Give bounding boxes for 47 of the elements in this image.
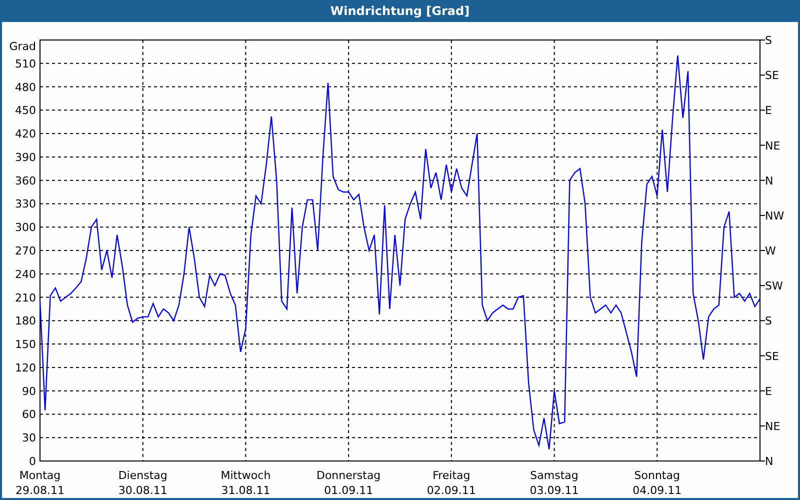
y-tick-label: 510 [15,57,36,70]
y-tick-label: 390 [15,150,36,164]
compass-label: NE [765,139,780,152]
compass-label: SE [765,69,779,82]
y-axis-title: Grad [9,40,36,53]
date-label: 31.08.11 [221,484,270,497]
y-tick-label: 120 [15,361,36,374]
weekday-label: Sonntag [634,469,680,482]
y-tick-label: 420 [15,128,36,141]
compass-label: N [765,174,774,188]
y-tick-label: 330 [15,198,36,211]
compass-label: SW [765,280,783,293]
weekday-label: Samstag [530,469,578,482]
y-tick-label: 480 [15,80,36,94]
y-tick-label: 30 [22,432,36,445]
weekday-label: Donnerstag [316,469,381,482]
compass-label: N [765,455,774,468]
date-label: 04.09.11 [632,484,682,497]
compass-label: S [765,314,772,328]
weekday-label: Mittwoch [220,469,271,482]
y-tick-label: 90 [22,384,36,398]
compass-label: E [765,104,772,118]
y-tick-label: 300 [15,221,36,234]
y-tick-label: 240 [15,268,36,281]
y-tick-label: 180 [15,314,36,328]
compass-label: W [765,244,776,258]
compass-label: NW [765,209,784,222]
y-tick-label: 0 [29,455,36,468]
date-label: 30.08.11 [118,484,168,497]
date-label: 02.09.11 [426,484,476,497]
weekday-label: Freitag [432,469,470,482]
weekday-label: Dienstag [118,469,168,482]
compass-label: NE [765,420,780,433]
y-tick-label: 450 [15,104,36,118]
y-tick-label: 150 [15,338,36,352]
y-tick-label: 60 [22,408,36,422]
compass-label: SE [765,350,779,363]
date-label: 01.09.11 [324,484,374,497]
y-tick-label: 270 [15,244,36,258]
window-title: Windrichtung [Grad] [329,3,471,20]
y-tick-label: 210 [15,291,36,304]
date-label: 29.08.11 [16,484,64,497]
compass-label: S [765,34,772,47]
weekday-label: Montag [19,469,61,482]
compass-label: E [765,384,772,398]
date-label: 03.09.11 [530,484,579,497]
y-tick-label: 360 [15,174,36,188]
